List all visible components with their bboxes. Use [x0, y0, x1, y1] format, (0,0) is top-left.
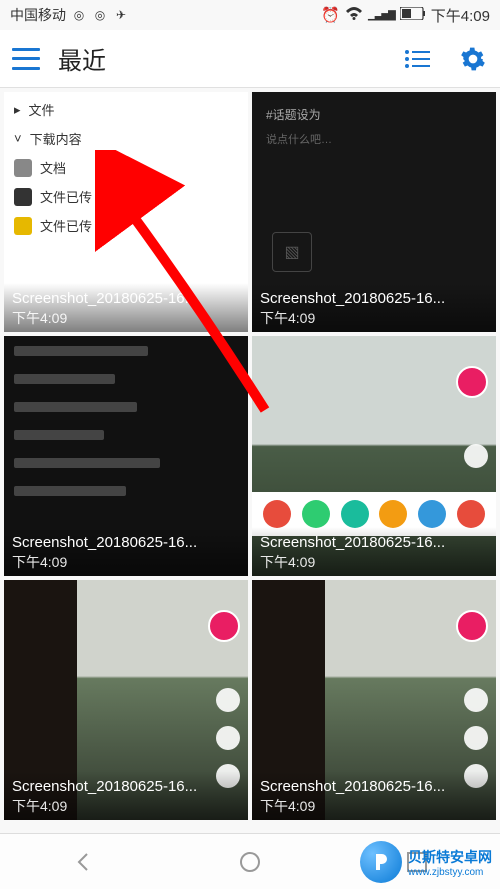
wifi-icon — [345, 6, 363, 24]
app-header: 最近 — [0, 30, 500, 88]
thumb-filename: Screenshot_20180625-16... — [260, 289, 488, 309]
battery-icon — [400, 7, 426, 24]
thumb-time: 下午4:09 — [12, 309, 240, 328]
settings-icon[interactable] — [458, 44, 488, 74]
reaction-icons — [464, 444, 488, 468]
camera-indicator-icon: ◎ — [71, 7, 87, 23]
thumbnail-grid: ▸文件 ˅下载内容 文档 文件已传 文件已传 Screenshot_201806… — [0, 88, 500, 824]
thumbnail-item[interactable]: ▸文件 ˅下载内容 文档 文件已传 文件已传 Screenshot_201806… — [4, 92, 248, 332]
menu-icon[interactable] — [12, 48, 40, 70]
menu-row-label: 文件 — [29, 100, 55, 119]
watermark: 贝斯特安卓网 www.zjbstyy.com — [360, 841, 492, 883]
menu-row-label: 下载内容 — [30, 129, 82, 148]
signal-icon: ▁▃▅▇ — [368, 10, 395, 21]
heart-icon — [464, 688, 488, 712]
thumb-caption: Screenshot_20180625-16... 下午4:09 — [252, 283, 496, 332]
menu-row-label: 文件已传 — [40, 187, 92, 206]
location-indicator-icon: ✈ — [113, 7, 129, 23]
share-icon — [418, 500, 446, 528]
avatar-icon — [456, 366, 488, 398]
clock-label: 下午4:09 — [431, 5, 490, 26]
status-bar: 中国移动 ◎ ◎ ✈ ⏰ ▁▃▅▇ 下午4:09 — [0, 0, 500, 30]
thumbnail-item[interactable]: Screenshot_20180625-16... 下午4:09 — [4, 580, 248, 820]
home-button[interactable] — [235, 847, 265, 877]
camera2-indicator-icon: ◎ — [92, 7, 108, 23]
page-title: 最近 — [58, 41, 376, 76]
share-icon — [379, 500, 407, 528]
menu-row-label: 文档 — [40, 158, 66, 177]
thumb-filename: Screenshot_20180625-16... — [260, 777, 488, 797]
watermark-url: www.zjbstyy.com — [408, 867, 492, 878]
back-button[interactable] — [68, 847, 98, 877]
comment-icon — [216, 726, 240, 750]
thumb-filename: Screenshot_20180625-16... — [12, 289, 240, 309]
list-view-icon[interactable] — [402, 44, 432, 74]
thumb-caption: Screenshot_20180625-16... 下午4:09 — [252, 771, 496, 820]
thumbnail-item[interactable]: Screenshot_20180625-16... 下午4:09 — [4, 336, 248, 576]
thumbnail-item[interactable]: Screenshot_20180625-16... 下午4:09 — [252, 336, 496, 576]
menu-row-label: 文件已传 — [40, 216, 92, 235]
thumbnail-item[interactable]: Screenshot_20180625-16... 下午4:09 — [252, 580, 496, 820]
thumb-filename: Screenshot_20180625-16... — [260, 533, 488, 553]
heart-icon — [464, 444, 488, 468]
thumb-time: 下午4:09 — [12, 797, 240, 816]
thumb-caption: Screenshot_20180625-16... 下午4:09 — [4, 527, 248, 576]
screen: 中国移动 ◎ ◎ ✈ ⏰ ▁▃▅▇ 下午4:09 最近 — [0, 0, 500, 889]
thumb-filename: Screenshot_20180625-16... — [12, 533, 240, 553]
thumb-time: 下午4:09 — [12, 553, 240, 572]
carrier-label: 中国移动 — [10, 5, 66, 25]
share-icon — [263, 500, 291, 528]
watermark-logo-icon — [360, 841, 402, 883]
thumb-caption: Screenshot_20180625-16... 下午4:09 — [4, 283, 248, 332]
thumb-time: 下午4:09 — [260, 553, 488, 572]
comment-icon — [464, 726, 488, 750]
avatar-icon — [208, 610, 240, 642]
thumb-filename: Screenshot_20180625-16... — [12, 777, 240, 797]
thumb-time: 下午4:09 — [260, 309, 488, 328]
thumb-time: 下午4:09 — [260, 797, 488, 816]
alarm-icon: ⏰ — [321, 6, 340, 24]
thumbnail-item[interactable]: #话题设为 说点什么吧… ▧ Screenshot_20180625-16...… — [252, 92, 496, 332]
share-icon — [457, 500, 485, 528]
avatar-icon — [456, 610, 488, 642]
watermark-brand: 贝斯特安卓网 — [408, 849, 492, 865]
thumb-caption: Screenshot_20180625-16... 下午4:09 — [252, 527, 496, 576]
thumb-caption: Screenshot_20180625-16... 下午4:09 — [4, 771, 248, 820]
share-icon — [341, 500, 369, 528]
share-icon — [302, 500, 330, 528]
heart-icon — [216, 688, 240, 712]
